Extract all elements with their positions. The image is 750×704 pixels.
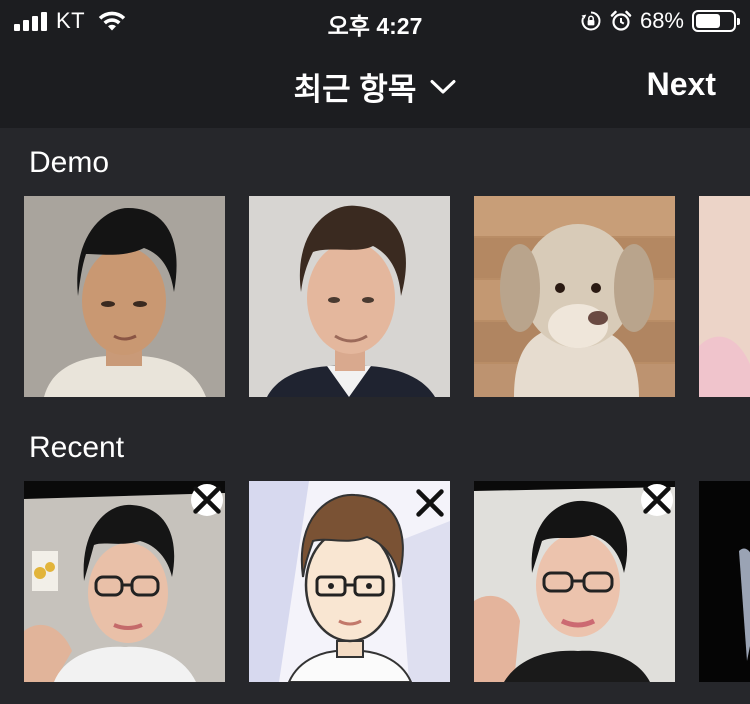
battery-fill [696, 14, 721, 28]
status-bar: KT 오후 4:27 68% [0, 0, 750, 42]
recent-photo-selfie[interactable] [24, 481, 225, 682]
demo-photo-dog[interactable] [474, 196, 675, 397]
recent-photo-partial[interactable] [699, 481, 750, 682]
recent-section-title: Recent [29, 431, 125, 464]
photo-picker-content: Demo Recent [0, 128, 750, 704]
recent-row [24, 481, 750, 682]
recent-photo-partial-image [699, 481, 750, 682]
close-icon [416, 489, 444, 517]
navigation-bar: 최근 항목 Next [0, 42, 750, 128]
orientation-lock-icon [581, 11, 601, 31]
status-right: 68% [580, 8, 740, 34]
album-title: 최근 항목 [293, 72, 417, 107]
recent-photo-selfie-2[interactable] [474, 481, 675, 682]
next-button[interactable]: Next [647, 66, 716, 103]
remove-photo-button[interactable] [414, 487, 446, 519]
demo-photo-partial[interactable] [699, 196, 750, 397]
battery-percent: 68% [639, 8, 684, 33]
album-selector[interactable]: 최근 항목 [0, 64, 750, 109]
remove-photo-button[interactable] [191, 484, 223, 516]
demo-photo-man-1-image [24, 196, 225, 397]
demo-photo-man-2[interactable] [249, 196, 450, 397]
recent-photo-cartoon[interactable] [249, 481, 450, 682]
demo-row [24, 196, 750, 397]
demo-photo-man-2-image [249, 196, 450, 397]
close-icon [643, 486, 671, 514]
demo-photo-partial-image [699, 196, 750, 397]
remove-photo-button[interactable] [641, 484, 673, 516]
demo-photo-dog-image [474, 196, 675, 397]
alarm-icon [610, 10, 632, 31]
chevron-down-icon [430, 79, 456, 93]
battery-icon [692, 10, 740, 32]
demo-section-title: Demo [29, 146, 110, 179]
close-icon [193, 486, 221, 514]
demo-photo-man-1[interactable] [24, 196, 225, 397]
